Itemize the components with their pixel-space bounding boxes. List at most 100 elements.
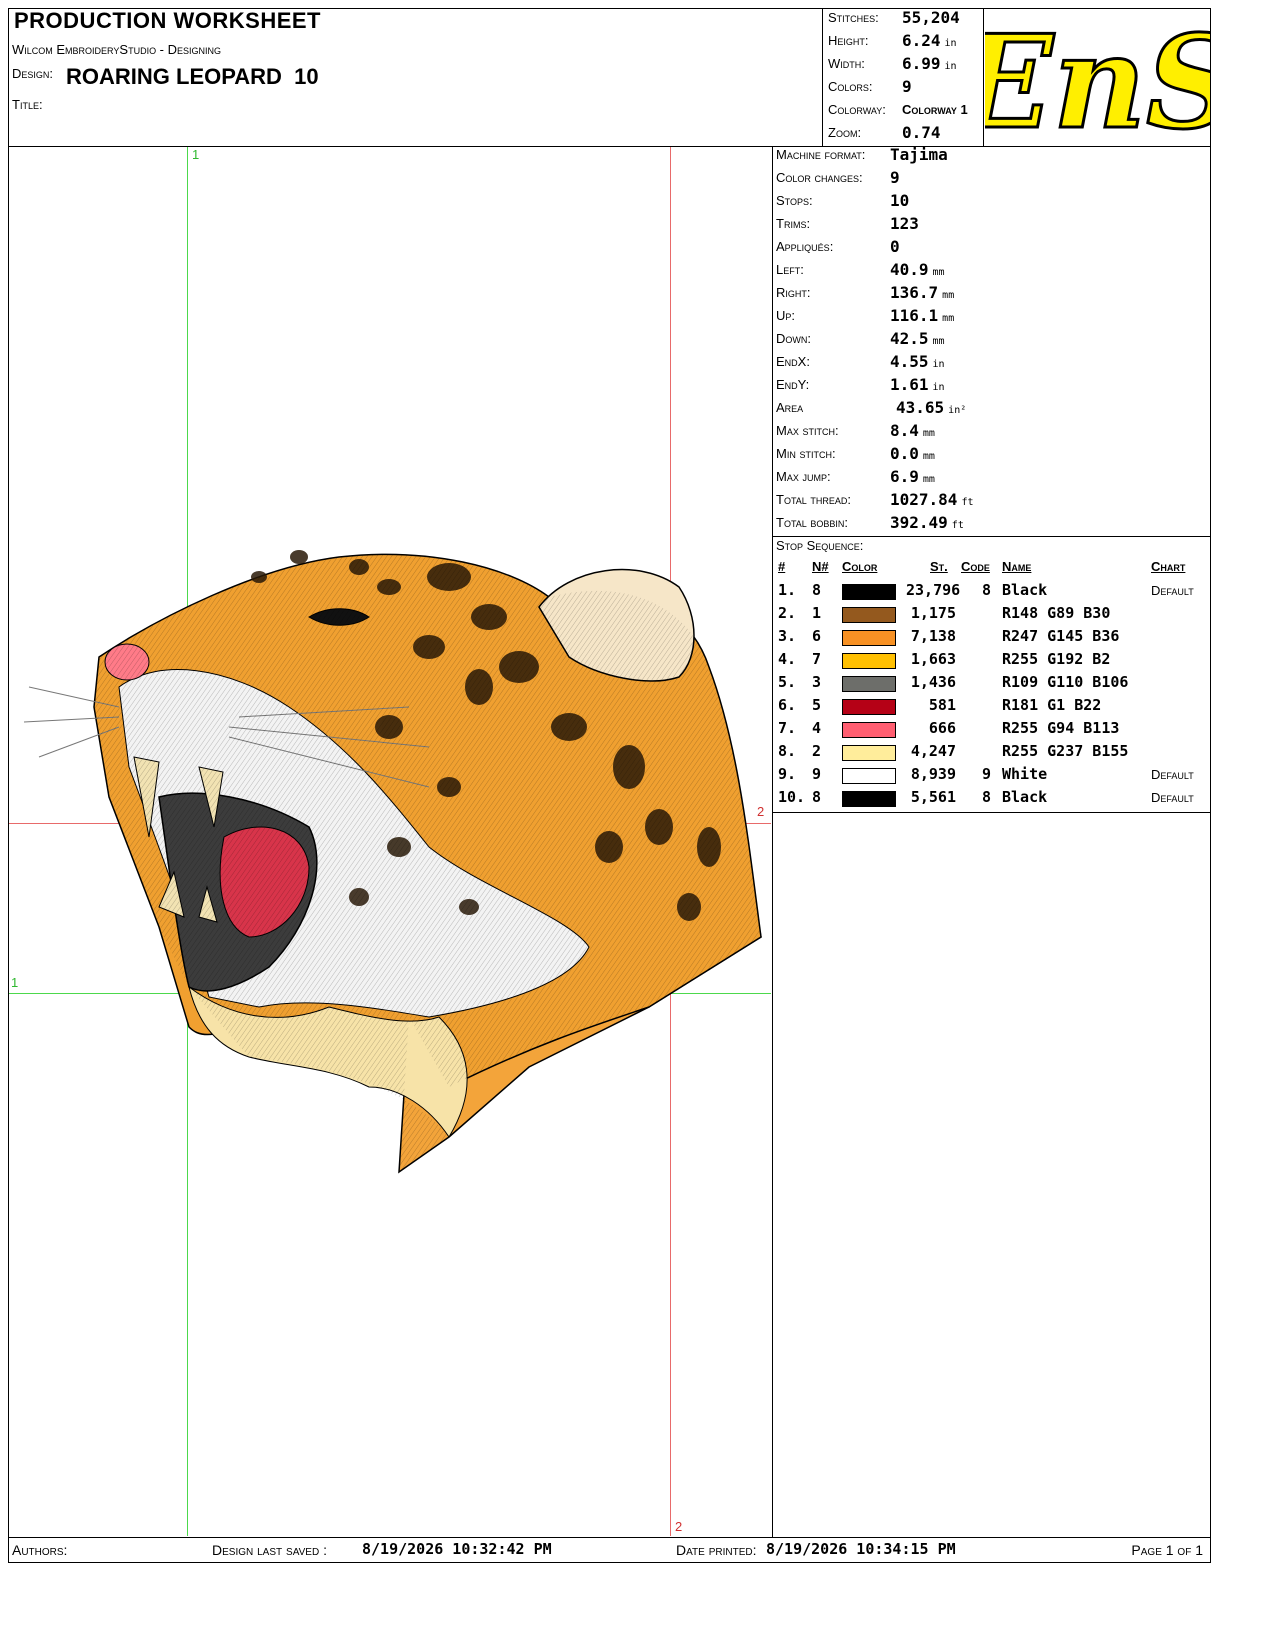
stop-row-swatch <box>842 653 896 669</box>
stat-value: 1.61 in <box>890 375 945 394</box>
stop-row-swatch <box>842 630 896 646</box>
stat-value: 0 <box>890 237 900 256</box>
stat-value: 1027.84 ft <box>890 490 974 509</box>
software-name: Wilcom EmbroideryStudio - Designing <box>12 42 222 57</box>
stat-label: Right: <box>776 285 811 300</box>
stop-row-index: 4. <box>778 650 797 668</box>
stat-label: Total bobbin: <box>776 515 849 530</box>
col-st: St. <box>930 559 948 574</box>
printed-label: Date printed: <box>676 1542 757 1558</box>
stat-value: 116.1 mm <box>890 306 955 325</box>
stop-row-needle: 1 <box>812 604 822 622</box>
stop-row-stitches: 581 <box>928 696 956 714</box>
stop-row-index: 10. <box>778 788 806 806</box>
stop-row-name: Black <box>1002 788 1048 806</box>
stat-label: EndX: <box>776 354 810 369</box>
stop-row-needle: 5 <box>812 696 822 714</box>
stop-row-name: Black <box>1002 581 1048 599</box>
stop-row-needle: 8 <box>812 581 822 599</box>
stop-row-name: R255 G94 B113 <box>1002 719 1120 737</box>
worksheet-title: PRODUCTION WORKSHEET <box>14 8 321 33</box>
stat-label: Machine format: <box>776 147 866 162</box>
stat-value: 40.9 mm <box>890 260 945 279</box>
stop-row-code: 8 <box>982 788 992 806</box>
stop-row-needle: 9 <box>812 765 822 783</box>
stop-row-swatch <box>842 584 896 600</box>
col-code: Code <box>961 559 990 574</box>
stop-row-needle: 6 <box>812 627 822 645</box>
stop-row-code: 9 <box>982 765 992 783</box>
col-color: Color <box>842 559 878 574</box>
stop-row-needle: 3 <box>812 673 822 691</box>
stop-row-chart: Default <box>1151 767 1194 782</box>
page-indicator: Page 1 of 1 <box>1131 1542 1203 1558</box>
stop-row-stitches: 1,663 <box>910 650 956 668</box>
stop-row-chart: Default <box>1151 790 1194 805</box>
stop-row-swatch <box>842 676 896 692</box>
design-name: ROARING LEOPARD 10 <box>66 64 319 89</box>
stat-label: Color changes: <box>776 170 863 185</box>
col-name: Name <box>1002 559 1032 574</box>
stop-row-stitches: 4,247 <box>910 742 956 760</box>
stop-row-index: 2. <box>778 604 797 622</box>
stitches-value: 55,204 <box>902 8 960 27</box>
stop-row-name: R255 G237 B155 <box>1002 742 1129 760</box>
stat-label: Down: <box>776 331 811 346</box>
stop-row-index: 5. <box>778 673 797 691</box>
stop-table-body: 1. 8 23,796 8 Black Default 2. 1 1,175 R148 G89 B… <box>776 581 1206 811</box>
stop-row-stitches: 23,796 <box>906 581 961 599</box>
stat-value: Tajima <box>890 145 948 164</box>
stop-row-swatch <box>842 768 896 784</box>
stop-row-swatch <box>842 607 896 623</box>
colors-value: 9 <box>902 77 912 96</box>
leopard-embroidery-image <box>23 550 762 1174</box>
title-label: Title: <box>12 97 43 112</box>
width-label: Width: <box>828 56 865 71</box>
design-label: Design: <box>12 66 54 81</box>
stat-label: Area <box>776 400 804 415</box>
stat-value: 8.4 mm <box>890 421 935 440</box>
stat-label: Up: <box>776 308 796 323</box>
stop-sequence: Stop Sequence: # N# Color St. Code Name … <box>776 537 1206 812</box>
zoom-label: Zoom: <box>828 125 862 140</box>
printed-value: 8/19/2026 10:34:15 PM <box>766 1540 956 1558</box>
col-n: N# <box>812 559 829 574</box>
stop-row-needle: 4 <box>812 719 822 737</box>
saved-label: Design last saved : <box>212 1542 327 1558</box>
stop-row-needle: 7 <box>812 650 822 668</box>
stop-row-stitches: 8,939 <box>910 765 956 783</box>
stop-row-stitches: 5,561 <box>910 788 956 806</box>
col-idx: # <box>778 559 786 574</box>
col-chart: Chart <box>1151 559 1186 574</box>
stop-row-name: R109 G110 B106 <box>1002 673 1129 691</box>
stop-row-index: 7. <box>778 719 797 737</box>
zoom-value: 0.74 <box>902 123 941 142</box>
table-bottom-divider <box>772 812 1211 813</box>
stat-label: Stops: <box>776 193 813 208</box>
stop-row-needle: 2 <box>812 742 822 760</box>
stat-value: 123 <box>890 214 919 233</box>
stat-label: Min stitch: <box>776 446 836 461</box>
stat-label: Max jump: <box>776 469 831 484</box>
stop-row-chart: Default <box>1151 583 1194 598</box>
stat-value: 392.49 ft <box>890 513 964 532</box>
stat-label: Left: <box>776 262 804 277</box>
stop-row-index: 6. <box>778 696 797 714</box>
stat-value: 9 <box>890 168 900 187</box>
stop-row-stitches: 666 <box>928 719 956 737</box>
stitches-label: Stitches: <box>828 10 879 25</box>
authors-label: Authors: <box>12 1542 68 1558</box>
footer-frame <box>8 1537 1211 1563</box>
stat-label: Trims: <box>776 216 811 231</box>
stat-label: Total thread: <box>776 492 852 507</box>
stop-row-code: 8 <box>982 581 992 599</box>
stop-row-index: 1. <box>778 581 797 599</box>
stop-row-index: 3. <box>778 627 797 645</box>
stop-row-stitches: 1,175 <box>910 604 956 622</box>
stop-row-swatch <box>842 791 896 807</box>
stop-row-needle: 8 <box>812 788 822 806</box>
stat-value: 10 <box>890 191 910 210</box>
stat-label: Appliqués: <box>776 239 834 254</box>
stat-value: 4.55 in <box>890 352 945 371</box>
stop-row-index: 9. <box>778 765 797 783</box>
